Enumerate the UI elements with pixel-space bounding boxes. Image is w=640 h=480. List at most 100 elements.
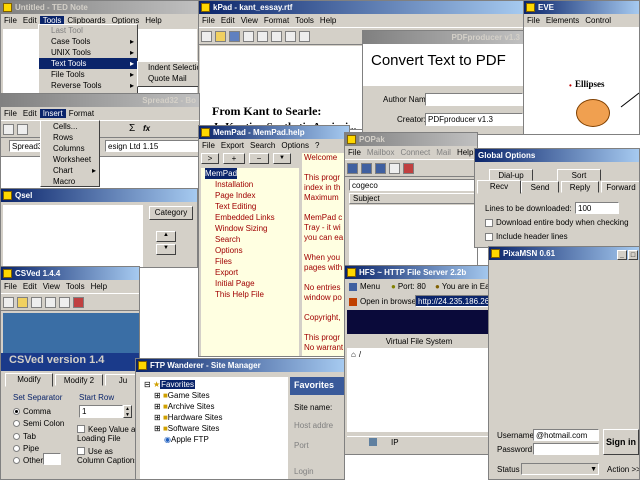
open-icon[interactable] xyxy=(17,297,28,308)
status-dropdown-icon[interactable]: ▼ xyxy=(590,464,597,474)
connect-icon[interactable] xyxy=(347,163,358,174)
start-row-input[interactable]: 1 xyxy=(79,405,123,418)
tab-send[interactable]: Send xyxy=(521,181,559,193)
eve-menu-elements[interactable]: Elements xyxy=(543,16,582,25)
pdf-creator-field[interactable]: PDFproducer v1.3 xyxy=(425,113,523,126)
tab-recv[interactable]: Recv xyxy=(477,180,521,194)
spread-formula-bar[interactable]: esign Ltd 1.15 xyxy=(105,140,199,152)
tree-item-archive-sites[interactable]: ⊞ ■Archive Sites xyxy=(140,401,288,412)
mempad-menu-options[interactable]: Options xyxy=(278,141,312,150)
csved-menu-help[interactable]: Help xyxy=(88,282,110,291)
csved-menu-edit[interactable]: Edit xyxy=(20,282,40,291)
separator-tab[interactable]: Tab xyxy=(13,432,36,441)
function-icon[interactable]: fx xyxy=(143,124,150,133)
menu-item-cells[interactable]: Cells... xyxy=(41,121,99,132)
tree-item-files[interactable]: Files xyxy=(205,256,299,267)
menu-item-worksheet[interactable]: Worksheet xyxy=(41,154,99,165)
csved-data-grid[interactable] xyxy=(3,313,139,353)
mempad-remove-button[interactable]: − xyxy=(249,153,269,164)
cut-icon[interactable] xyxy=(271,31,282,42)
popak-account-select[interactable]: cogeco xyxy=(349,179,477,191)
hfs-menu-button[interactable]: Menu xyxy=(349,282,380,291)
eve-ellipse-shape[interactable] xyxy=(576,99,610,127)
hfs-vfs-tree[interactable]: ⌂ / xyxy=(347,348,491,432)
tab-radio[interactable] xyxy=(13,433,20,441)
delete-icon[interactable] xyxy=(73,297,84,308)
category-button[interactable]: Category xyxy=(149,206,193,220)
separator-comma[interactable]: Comma xyxy=(13,407,51,416)
separator-semicolon[interactable]: Semi Colon xyxy=(13,419,64,428)
tree-item-text-editing[interactable]: Text Editing xyxy=(205,201,299,212)
start-row-spinner[interactable]: ▲ ▼ xyxy=(123,405,132,418)
tree-item-embedded-links[interactable]: Embedded Links xyxy=(205,212,299,223)
action-link[interactable]: Action >> xyxy=(607,465,639,474)
tab-modify-2[interactable]: Modify 2 xyxy=(55,374,103,386)
tab-modify[interactable]: Modify xyxy=(5,373,53,387)
tab-reply[interactable]: Reply xyxy=(561,181,599,193)
hfs-ip-column[interactable]: IP xyxy=(347,436,491,447)
mempad-menu-export[interactable]: Export xyxy=(218,141,247,150)
tree-item-favorites[interactable]: ⊟ ★Favorites xyxy=(140,379,288,390)
save-icon[interactable] xyxy=(229,31,240,42)
menu-item-last-tool[interactable]: Last Tool xyxy=(39,25,137,36)
paste-icon[interactable] xyxy=(299,31,310,42)
popak-message-list[interactable] xyxy=(349,205,477,265)
password-input[interactable] xyxy=(533,443,599,455)
comma-radio[interactable] xyxy=(13,408,20,416)
hfs-url-field[interactable]: http://24.235.186.26/ xyxy=(415,295,491,307)
hfs-root-item[interactable]: ⌂ / xyxy=(351,350,361,359)
tab-sort[interactable]: Sort xyxy=(557,169,601,181)
username-input[interactable]: @hotmail.com xyxy=(533,429,599,441)
new-icon[interactable] xyxy=(3,297,14,308)
open-icon[interactable] xyxy=(215,31,226,42)
copy-icon[interactable] xyxy=(285,31,296,42)
keep-value-checkbox[interactable] xyxy=(77,425,85,433)
popak-menu-mailbox[interactable]: Mailbox xyxy=(364,148,398,157)
menu-item-file-tools[interactable]: File Tools ▸ xyxy=(39,69,137,80)
kpad-menu-tools[interactable]: Tools xyxy=(292,16,317,25)
lines-input[interactable]: 100 xyxy=(575,202,619,214)
hfs-open-browser-button[interactable]: Open in browser xyxy=(349,297,419,306)
tree-item-options[interactable]: Options xyxy=(205,245,299,256)
mempad-add-button[interactable]: + xyxy=(223,153,245,164)
delete-icon[interactable] xyxy=(403,163,414,174)
ted-menu-file[interactable]: File xyxy=(1,16,20,25)
kpad-menu-help[interactable]: Help xyxy=(317,16,339,25)
menu-item-text-tools[interactable]: Text Tools ▸ xyxy=(39,58,137,69)
menu-item-columns[interactable]: Columns xyxy=(41,143,99,154)
tree-item-window-sizing[interactable]: Window Sizing xyxy=(205,223,299,234)
menu-item-rows[interactable]: Rows xyxy=(41,132,99,143)
keep-value-option[interactable]: Keep Value at Loading File xyxy=(77,425,139,443)
include-headers-checkbox[interactable] xyxy=(485,232,493,241)
tab-forward[interactable]: Forward xyxy=(601,181,639,193)
other-radio[interactable] xyxy=(13,457,20,465)
kpad-menu-format[interactable]: Format xyxy=(261,16,292,25)
print-icon[interactable] xyxy=(243,31,254,42)
qsel-up-button[interactable]: ▲ xyxy=(156,231,176,242)
csved-menu-view[interactable]: View xyxy=(40,282,63,291)
new-icon[interactable] xyxy=(3,124,14,135)
status-select[interactable]: ▼ xyxy=(521,463,599,475)
menu-item-chart[interactable]: Chart ▸ xyxy=(41,165,99,176)
find-icon[interactable] xyxy=(257,31,268,42)
csved-menu-tools[interactable]: Tools xyxy=(63,282,88,291)
popak-menu-mail[interactable]: Mail xyxy=(433,148,454,157)
qsel-down-button[interactable]: ▼ xyxy=(156,244,176,255)
menu-item-indent-selection[interactable]: Indent Selectio xyxy=(138,62,201,73)
tree-item-apple-ftp[interactable]: ◉Apple FTP xyxy=(140,434,288,445)
mempad-text-body[interactable]: Welcome This progr index in th Maximum M… xyxy=(302,153,349,356)
mempad-down-button[interactable]: ▼ xyxy=(273,153,291,164)
semicolon-radio[interactable] xyxy=(13,420,20,428)
menu-item-quote-mail[interactable]: Quote Mail xyxy=(138,73,199,84)
sign-in-button[interactable]: Sign in xyxy=(603,429,639,455)
qsel-list[interactable] xyxy=(3,205,143,267)
separator-other[interactable]: Other xyxy=(13,456,43,465)
new-icon[interactable] xyxy=(201,31,212,42)
download-body-checkbox[interactable] xyxy=(485,218,493,227)
eve-menu-control[interactable]: Control xyxy=(582,16,614,25)
check-icon[interactable] xyxy=(59,297,70,308)
get-mail-icon[interactable] xyxy=(361,163,372,174)
kpad-document[interactable]: From Kant to Searle: Is Kantian Syntheti… xyxy=(200,46,365,129)
pdf-author-field[interactable] xyxy=(425,93,523,106)
eve-menu-file[interactable]: File xyxy=(524,16,543,25)
